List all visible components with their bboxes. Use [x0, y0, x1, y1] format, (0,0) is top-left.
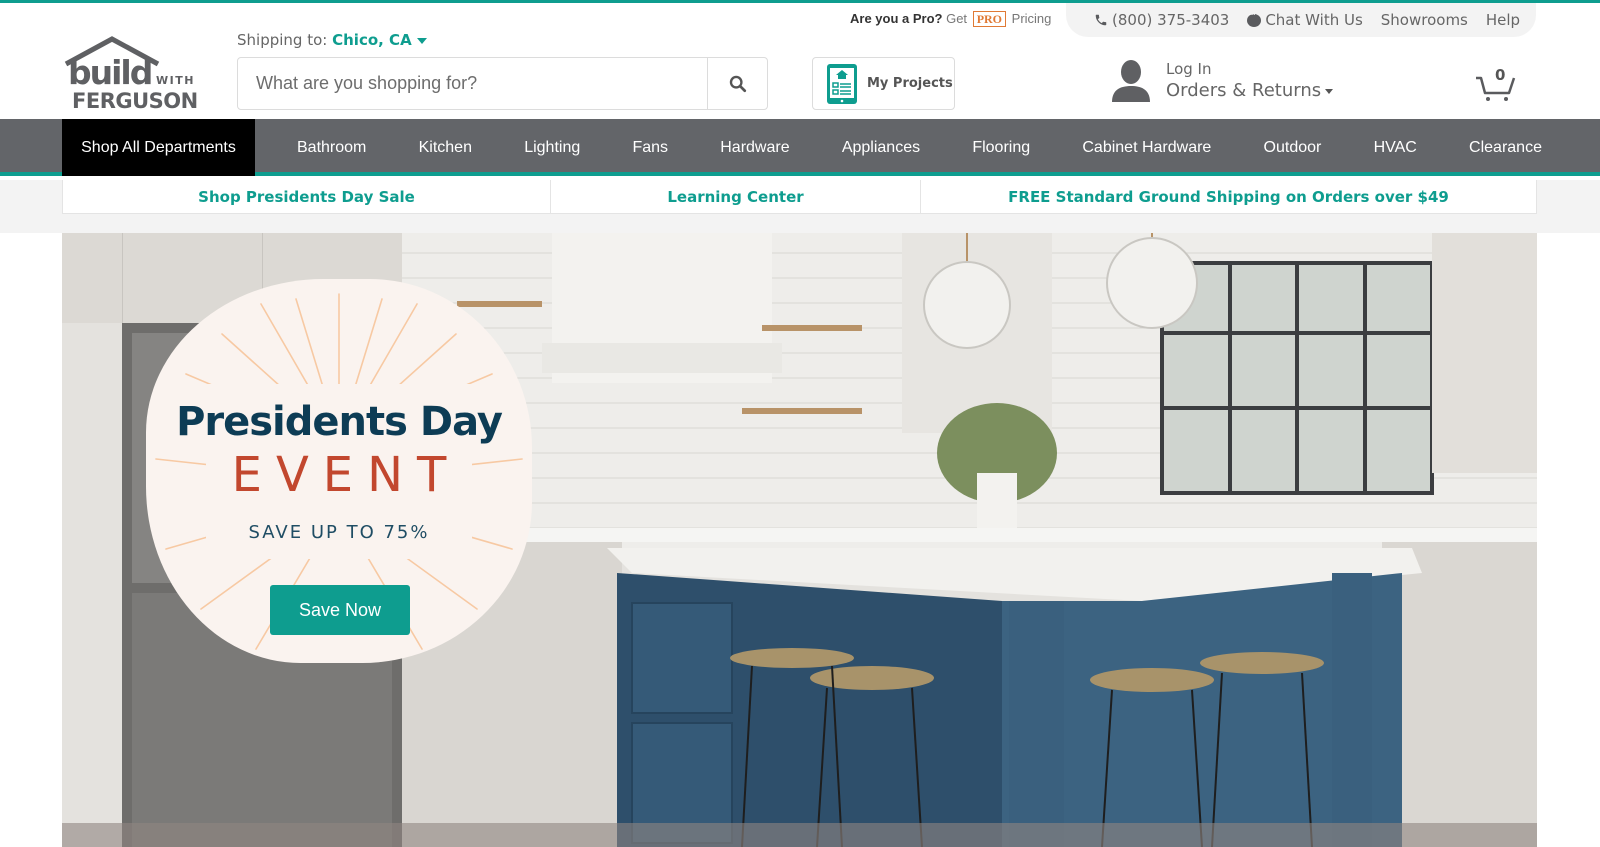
pro-question: Are you a Pro?: [850, 11, 943, 26]
orders-returns-link[interactable]: Orders & Returns: [1166, 80, 1321, 101]
utility-links: (800) 375-3403 Chat With Us Showrooms He…: [1094, 10, 1520, 29]
chat-link[interactable]: Chat With Us: [1247, 10, 1363, 29]
shipping-location[interactable]: Shipping to: Chico, CA: [237, 31, 427, 49]
pro-get-text: Get: [946, 11, 968, 26]
my-projects-button[interactable]: My Projects: [812, 57, 955, 110]
chat-bubble-icon: [1247, 10, 1262, 27]
search-button[interactable]: [707, 58, 767, 109]
hero-tagline: SAVE UP TO 75%: [248, 522, 430, 543]
logo-ferguson-text: FERGUSON: [72, 89, 198, 112]
free-shipping-link[interactable]: FREE Standard Ground Shipping on Orders …: [921, 180, 1536, 213]
nav-item-appliances[interactable]: Appliances: [842, 139, 920, 157]
nav-item-outdoor[interactable]: Outdoor: [1264, 139, 1322, 157]
login-link[interactable]: Log In: [1166, 58, 1333, 80]
presidents-day-sale-link[interactable]: Shop Presidents Day Sale: [63, 180, 551, 213]
hero-banner[interactable]: Presidents Day EVENT SAVE UP TO 75% Save…: [62, 233, 1537, 847]
cart-count: 0: [1495, 66, 1506, 84]
nav-item-bathroom[interactable]: Bathroom: [297, 139, 366, 157]
phone-number: (800) 375-3403: [1112, 11, 1230, 29]
chevron-down-icon: [416, 37, 427, 44]
nav-item-hvac[interactable]: HVAC: [1374, 139, 1417, 157]
hero-title: Presidents Day: [176, 399, 503, 445]
chevron-down-icon: [1325, 88, 1334, 94]
promo-callout: Presidents Day EVENT SAVE UP TO 75% Save…: [146, 279, 532, 663]
project-list-icon: [827, 63, 857, 104]
chat-label: Chat With Us: [1265, 11, 1363, 29]
promo-strip: Shop Presidents Day Sale Learning Center…: [62, 180, 1537, 214]
nav-item-fans[interactable]: Fans: [632, 139, 668, 157]
nav-item-kitchen[interactable]: Kitchen: [419, 139, 472, 157]
nav-item-hardware[interactable]: Hardware: [720, 139, 789, 157]
nav-item-cabinet-hardware[interactable]: Cabinet Hardware: [1082, 139, 1211, 157]
phone-icon: [1095, 14, 1107, 26]
nav-item-clearance[interactable]: Clearance: [1469, 139, 1542, 157]
shipping-location-value: Chico, CA: [332, 31, 412, 49]
logo-with-text: WITH: [156, 74, 195, 87]
help-link[interactable]: Help: [1486, 11, 1520, 29]
cart-button[interactable]: 0: [1474, 66, 1518, 102]
account-menu[interactable]: Log In Orders & Returns: [1110, 58, 1334, 102]
pro-pricing-text: Pricing: [1011, 11, 1052, 26]
logo-house-icon: build WITH FERGUSON: [64, 36, 198, 113]
logo-build-text: build: [68, 53, 151, 92]
hero-subtitle: EVENT: [231, 447, 461, 503]
user-icon: [1112, 60, 1150, 102]
shipping-label: Shipping to:: [237, 31, 328, 49]
phone-link[interactable]: (800) 375-3403: [1094, 11, 1229, 29]
nav-item-lighting[interactable]: Lighting: [524, 139, 580, 157]
save-now-button[interactable]: Save Now: [270, 585, 410, 635]
search-icon: [729, 75, 746, 92]
shop-all-departments[interactable]: Shop All Departments: [62, 119, 255, 176]
pro-badge: PRO: [972, 11, 1007, 27]
pro-pricing-link[interactable]: Are you a Pro? Get PRO Pricing: [850, 11, 1051, 27]
search-bar: [237, 57, 768, 110]
build-with-ferguson-logo[interactable]: build WITH FERGUSON: [64, 36, 214, 113]
main-navigation: Shop All Departments Bathroom Kitchen Li…: [0, 119, 1600, 176]
search-input[interactable]: [238, 58, 707, 109]
learning-center-link[interactable]: Learning Center: [551, 180, 921, 213]
showrooms-link[interactable]: Showrooms: [1381, 11, 1468, 29]
nav-item-flooring[interactable]: Flooring: [972, 139, 1030, 157]
my-projects-label: My Projects: [867, 76, 953, 91]
